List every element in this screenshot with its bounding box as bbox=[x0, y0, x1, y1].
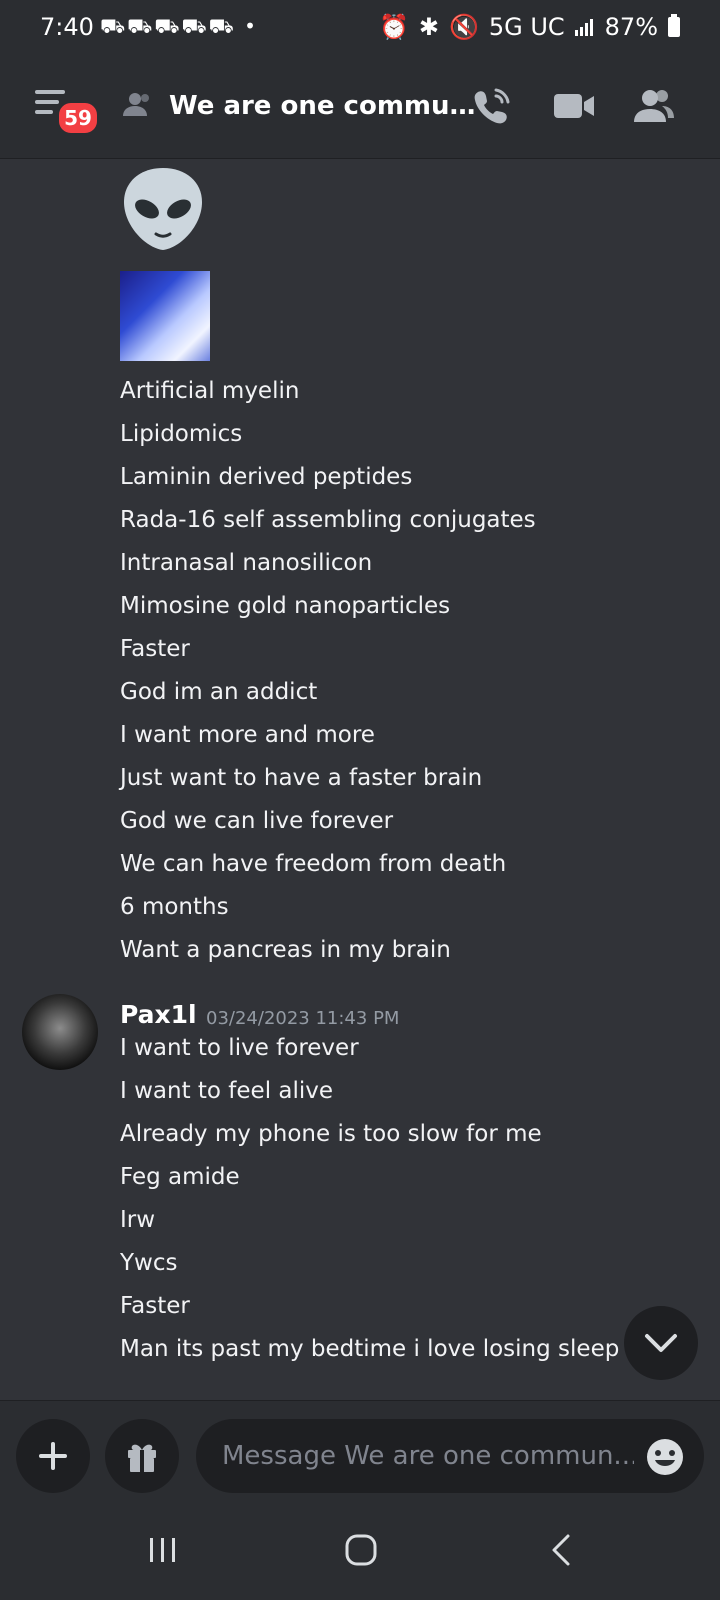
back-icon[interactable] bbox=[532, 1530, 592, 1570]
network-label: 5G UC bbox=[488, 13, 565, 41]
message-line[interactable]: God im an addict bbox=[120, 679, 317, 705]
add-attachment-button[interactable] bbox=[16, 1419, 90, 1493]
status-bar: 7:40 ⛟⛟⛟⛟⛟ • ⏰ ✱ 🔇 5G UC 87% bbox=[0, 0, 720, 56]
avatar[interactable] bbox=[22, 994, 98, 1070]
members-icon bbox=[123, 93, 149, 116]
message-line[interactable]: I want to live forever bbox=[120, 1035, 359, 1061]
gift-icon bbox=[128, 1444, 156, 1472]
system-nav-bar bbox=[0, 1500, 720, 1600]
author-name[interactable]: Pax1l bbox=[120, 1000, 197, 1029]
message-line[interactable]: Rada-16 self assembling conjugates bbox=[120, 507, 536, 533]
message-line[interactable]: I want more and more bbox=[120, 722, 375, 748]
channel-header: 59 We are one commu… bbox=[0, 56, 720, 159]
message-line[interactable]: 6 months bbox=[120, 894, 229, 920]
call-icon[interactable] bbox=[470, 86, 514, 126]
alien-emoji bbox=[124, 168, 202, 250]
message-list[interactable]: Artificial myelin Lipidomics Laminin der… bbox=[0, 158, 720, 1400]
notification-icons: ⛟⛟⛟⛟⛟ • bbox=[100, 14, 258, 38]
message-line[interactable]: Faster bbox=[120, 1293, 190, 1319]
jump-to-present-button[interactable] bbox=[624, 1306, 698, 1380]
status-time: 7:40 bbox=[40, 13, 94, 41]
emoji-icon[interactable] bbox=[645, 1437, 685, 1477]
plus-icon bbox=[39, 1442, 67, 1470]
message-line[interactable]: Intranasal nanosilicon bbox=[120, 550, 372, 576]
message-line[interactable]: Laminin derived peptides bbox=[120, 464, 412, 490]
battery-percent: 87% bbox=[604, 13, 658, 41]
message-line[interactable]: Ywcs bbox=[120, 1250, 178, 1276]
message-input[interactable] bbox=[196, 1419, 704, 1493]
gift-button[interactable] bbox=[105, 1419, 179, 1493]
message-line[interactable]: We can have freedom from death bbox=[120, 851, 506, 877]
message-line[interactable]: Mimosine gold nanoparticles bbox=[120, 593, 450, 619]
message-timestamp: 03/24/2023 11:43 PM bbox=[206, 1008, 400, 1029]
recents-icon[interactable] bbox=[132, 1530, 192, 1570]
message-line[interactable]: Just want to have a faster brain bbox=[120, 765, 482, 791]
message-line[interactable]: Faster bbox=[120, 636, 190, 662]
channel-title[interactable]: We are one commu… bbox=[169, 91, 476, 121]
mute-icon: 🔇 bbox=[448, 13, 479, 41]
message-line[interactable]: Want a pancreas in my brain bbox=[120, 937, 451, 963]
message-line[interactable]: God we can live forever bbox=[120, 808, 393, 834]
message-line[interactable]: I want to feel alive bbox=[120, 1078, 333, 1104]
video-icon[interactable] bbox=[552, 86, 596, 126]
message-line[interactable]: Already my phone is too slow for me bbox=[120, 1121, 542, 1147]
alarm-icon: ⏰ bbox=[378, 13, 409, 41]
chevron-down-icon bbox=[645, 1334, 677, 1352]
message-line[interactable]: Man its past my bedtime i love losing sl… bbox=[120, 1336, 619, 1362]
attached-image[interactable] bbox=[120, 271, 210, 361]
message-line[interactable]: Lipidomics bbox=[120, 421, 242, 447]
signal-icon bbox=[574, 19, 593, 36]
battery-icon bbox=[668, 14, 680, 37]
home-icon[interactable] bbox=[331, 1530, 391, 1570]
bluetooth-icon: ✱ bbox=[418, 13, 439, 41]
message-line[interactable]: Artificial myelin bbox=[120, 378, 299, 404]
message-composer bbox=[0, 1400, 720, 1501]
status-right: ⏰ ✱ 🔇 5G UC 87% bbox=[379, 13, 680, 41]
message-line[interactable]: Irw bbox=[120, 1207, 155, 1233]
member-list-icon[interactable] bbox=[632, 86, 676, 126]
message-line[interactable]: Feg amide bbox=[120, 1164, 240, 1190]
unread-badge: 59 bbox=[56, 100, 100, 136]
